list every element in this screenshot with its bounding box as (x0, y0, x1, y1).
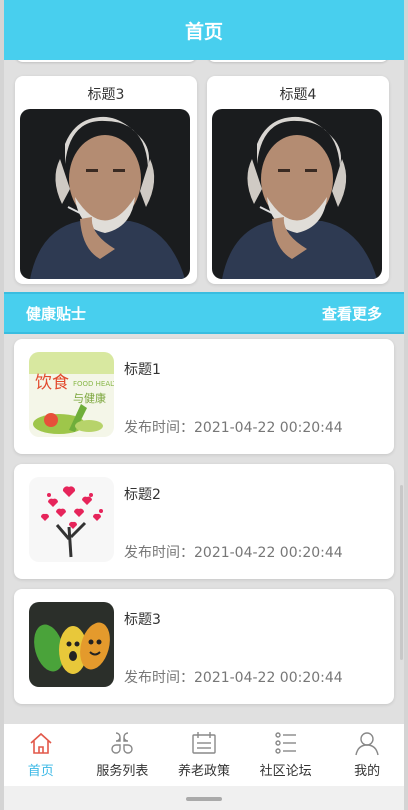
grid-icon (111, 732, 134, 754)
list-item-title: 标题2 (124, 487, 161, 503)
section-header: 健康贴士 查看更多 (0, 292, 404, 334)
list-item-thumbnail (29, 477, 114, 562)
thumb-text-2: 与健康 (73, 391, 106, 405)
page-title: 首页 (184, 20, 223, 43)
list-item-title: 标题3 (124, 612, 161, 628)
tab-label: 服务列表 (96, 764, 149, 779)
list-item-title: 标题1 (124, 362, 161, 378)
tab-mine[interactable]: 我的 (327, 724, 407, 779)
list-item[interactable]: 标题3 发布时间：2021-04-22 00:20:44 (14, 589, 394, 704)
section-title: 健康贴士 (26, 304, 87, 323)
grid-card-title: 标题4 (279, 87, 317, 103)
tab-label: 社区论坛 (259, 764, 312, 779)
grid-card-title: 标题3 (87, 87, 125, 103)
thumb-text-en: FOOD HEALTH (73, 380, 114, 388)
home-indicator[interactable] (186, 797, 222, 801)
calendar-icon (192, 732, 216, 754)
home-indicator-area (0, 786, 408, 810)
grid-card-peek[interactable] (207, 60, 389, 62)
thumb-text: 饮食 (35, 373, 69, 393)
page-title-bar: 首页 (0, 0, 408, 60)
left-edge (0, 0, 4, 810)
list-item-thumbnail (29, 602, 114, 687)
tab-home[interactable]: 首页 (1, 724, 81, 779)
grid-card[interactable]: 标题4 (207, 76, 389, 284)
grid-card[interactable]: 标题3 (15, 76, 197, 284)
list-item[interactable]: 标题2 发布时间：2021-04-22 00:20:44 (14, 464, 394, 579)
tab-label: 首页 (27, 764, 54, 779)
tab-policy[interactable]: 养老政策 (164, 724, 244, 779)
list-item[interactable]: 饮食 与健康 FOOD HEALTH 标题1 发布时间：2021-04-22 0… (14, 339, 394, 454)
list-icon (274, 732, 296, 754)
scrollbar[interactable] (400, 485, 403, 660)
right-edge (404, 0, 408, 810)
tab-label: 我的 (354, 764, 381, 779)
view-more-link[interactable]: 查看更多 (322, 303, 382, 324)
list-item-time: 发布时间：2021-04-22 00:20:44 (124, 420, 343, 436)
bottom-tab-bar: 首页 服务列表 养老政策 社区论坛 我的 (0, 724, 408, 786)
grid-card-photo (212, 109, 382, 279)
tab-service-list[interactable]: 服务列表 (82, 724, 162, 779)
list-item-time: 发布时间：2021-04-22 00:20:44 (124, 545, 343, 561)
home-icon (30, 732, 52, 754)
list-item-thumbnail: 饮食 与健康 FOOD HEALTH (29, 352, 114, 437)
user-icon (355, 732, 379, 756)
grid-card-photo (20, 109, 190, 279)
scroll-content[interactable]: 标题3 标题4 健康贴士 查看更多 饮食 与健康 FOOD HEAL 标题1 发… (0, 60, 408, 724)
list-item-time: 发布时间：2021-04-22 00:20:44 (124, 670, 343, 686)
grid-card-peek[interactable] (15, 60, 197, 62)
tab-label: 养老政策 (177, 764, 230, 779)
tab-forum[interactable]: 社区论坛 (246, 724, 326, 779)
